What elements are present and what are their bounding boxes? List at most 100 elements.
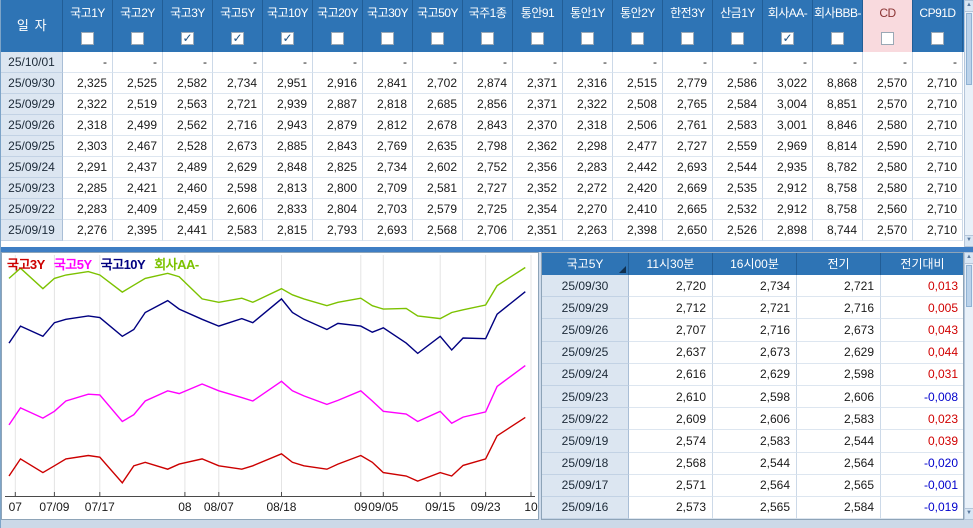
detail-table-scrollbar[interactable]: ▲ ▼ bbox=[964, 252, 973, 520]
col-checkbox-13[interactable] bbox=[731, 32, 744, 45]
scroll-up-icon[interactable]: ▲ bbox=[965, 253, 973, 264]
rate-cell: 2,283 bbox=[63, 199, 113, 220]
col-header-0[interactable]: 국고1Y bbox=[63, 0, 113, 52]
rate-cell: 2,779 bbox=[663, 73, 713, 94]
detail-row[interactable]: 25/09/24 2,616 2,629 2,598 0,031 bbox=[542, 363, 963, 386]
col-header-1[interactable]: 국고2Y bbox=[113, 0, 163, 52]
rate-row[interactable]: 25/09/19 2,276 2,395 2,441 2,583 2,815 2,793 2,… bbox=[1, 220, 964, 241]
col-header-5[interactable]: 국고20Y bbox=[313, 0, 363, 52]
detail-row[interactable]: 25/09/16 2,573 2,565 2,584 -0,019 bbox=[542, 496, 963, 519]
col-checkbox-15[interactable] bbox=[831, 32, 844, 45]
detail-diff-cell: -0,019 bbox=[881, 496, 963, 519]
chart-x-axis: 07 07/09 07/17 08 08/07 08/18 09 09/05 09/15 09/2… bbox=[5, 499, 538, 517]
col-checkbox-area bbox=[663, 25, 712, 52]
rate-cell: 2,559 bbox=[713, 136, 763, 157]
col-checkbox-10[interactable] bbox=[581, 32, 594, 45]
top-table-scrollbar[interactable]: ▲ ▼ bbox=[964, 0, 973, 247]
detail-1130-cell: 2,637 bbox=[629, 341, 713, 364]
detail-row[interactable]: 25/09/19 2,574 2,583 2,544 0,039 bbox=[542, 430, 963, 453]
rate-cell: 2,710 bbox=[913, 115, 963, 136]
detail-1600-cell: 2,673 bbox=[713, 341, 797, 364]
scrollbar-thumb[interactable] bbox=[966, 265, 972, 307]
rate-cell: 2,489 bbox=[163, 157, 213, 178]
rate-row[interactable]: 25/09/22 2,283 2,409 2,459 2,606 2,833 2,804 2,… bbox=[1, 199, 964, 220]
rate-cell: - bbox=[263, 52, 313, 73]
detail-1600-cell: 2,629 bbox=[713, 363, 797, 386]
col-header-3[interactable]: 국고5Y ✓ bbox=[213, 0, 263, 52]
col-header-12[interactable]: 한전3Y bbox=[663, 0, 713, 52]
detail-diff-cell: 0,044 bbox=[881, 341, 963, 364]
detail-col-header-2[interactable]: 16시00분 bbox=[713, 253, 797, 275]
detail-row[interactable]: 25/09/22 2,609 2,606 2,583 0,023 bbox=[542, 408, 963, 431]
col-header-15[interactable]: 회사BBB- bbox=[813, 0, 863, 52]
scrollbar-thumb[interactable] bbox=[966, 13, 972, 85]
detail-col-header-3[interactable]: 전기 bbox=[797, 253, 881, 275]
rate-cell: 2,879 bbox=[313, 115, 363, 136]
col-checkbox-11[interactable] bbox=[631, 32, 644, 45]
col-checkbox-9[interactable] bbox=[531, 32, 544, 45]
col-header-10[interactable]: 통안1Y bbox=[563, 0, 613, 52]
col-header-16[interactable]: CD bbox=[863, 0, 913, 52]
col-checkbox-2[interactable]: ✓ bbox=[181, 32, 194, 45]
rate-cell: 2,721 bbox=[213, 94, 263, 115]
rate-cell: 2,570 bbox=[863, 73, 913, 94]
scroll-up-icon[interactable]: ▲ bbox=[965, 1, 973, 12]
detail-row[interactable]: 25/09/17 2,571 2,564 2,565 -0,001 bbox=[542, 474, 963, 497]
col-checkbox-4[interactable]: ✓ bbox=[281, 32, 294, 45]
col-checkbox-1[interactable] bbox=[131, 32, 144, 45]
col-header-14[interactable]: 회사AA- ✓ bbox=[763, 0, 813, 52]
col-header-2[interactable]: 국고3Y ✓ bbox=[163, 0, 213, 52]
col-checkbox-8[interactable] bbox=[481, 32, 494, 45]
date-cell: 25/10/01 bbox=[1, 52, 63, 73]
rate-cell: 3,001 bbox=[763, 115, 813, 136]
col-header-7[interactable]: 국고50Y bbox=[413, 0, 463, 52]
col-header-6[interactable]: 국고30Y bbox=[363, 0, 413, 52]
detail-row[interactable]: 25/09/29 2,712 2,721 2,716 0,005 bbox=[542, 297, 963, 320]
rate-cell: 8,758 bbox=[813, 199, 863, 220]
x-tick-label: 08/07 bbox=[203, 500, 234, 514]
col-header-13[interactable]: 산금1Y bbox=[713, 0, 763, 52]
col-checkbox-3[interactable]: ✓ bbox=[231, 32, 244, 45]
detail-row[interactable]: 25/09/25 2,637 2,673 2,629 0,044 bbox=[542, 341, 963, 364]
col-header-11[interactable]: 통안2Y bbox=[613, 0, 663, 52]
detail-col-header-4[interactable]: 전기대비 bbox=[881, 253, 963, 275]
rate-cell: 2,725 bbox=[463, 199, 513, 220]
rate-cell: 2,477 bbox=[613, 136, 663, 157]
col-checkbox-area: ✓ bbox=[213, 25, 262, 52]
col-checkbox-14[interactable]: ✓ bbox=[781, 32, 794, 45]
col-header-8[interactable]: 국주1종 bbox=[463, 0, 513, 52]
date-cell: 25/09/23 bbox=[1, 178, 63, 199]
rate-row[interactable]: 25/09/30 2,325 2,525 2,582 2,734 2,951 2,916 2,… bbox=[1, 73, 964, 94]
rate-row[interactable]: 25/09/26 2,318 2,499 2,562 2,716 2,943 2,879 2,… bbox=[1, 115, 964, 136]
col-header-label: 국고3Y bbox=[170, 6, 205, 20]
detail-1600-cell: 2,716 bbox=[713, 319, 797, 342]
rate-row[interactable]: 25/09/29 2,322 2,519 2,563 2,721 2,939 2,887 2,… bbox=[1, 94, 964, 115]
detail-row[interactable]: 25/09/26 2,707 2,716 2,673 0,043 bbox=[542, 319, 963, 342]
rate-row[interactable]: 25/09/25 2,303 2,467 2,528 2,673 2,885 2,843 2,… bbox=[1, 136, 964, 157]
col-header-9[interactable]: 통안91 bbox=[513, 0, 563, 52]
col-checkbox-17[interactable] bbox=[931, 32, 944, 45]
date-cell: 25/09/29 bbox=[1, 94, 63, 115]
col-checkbox-5[interactable] bbox=[331, 32, 344, 45]
col-checkbox-0[interactable] bbox=[81, 32, 94, 45]
detail-col-header-0[interactable]: 국고5Y bbox=[542, 253, 629, 275]
col-checkbox-16[interactable] bbox=[881, 32, 894, 45]
col-header-4[interactable]: 국고10Y ✓ bbox=[263, 0, 313, 52]
col-header-17[interactable]: CP91D bbox=[913, 0, 963, 52]
scroll-down-icon[interactable]: ▼ bbox=[965, 235, 973, 246]
detail-col-header-1[interactable]: 11시30분 bbox=[629, 253, 713, 275]
rate-row[interactable]: 25/09/24 2,291 2,437 2,489 2,629 2,848 2,825 2,… bbox=[1, 157, 964, 178]
col-checkbox-6[interactable] bbox=[381, 32, 394, 45]
legend-item: 국고10Y bbox=[100, 257, 146, 272]
rate-row[interactable]: 25/09/23 2,285 2,421 2,460 2,598 2,813 2,800 2,… bbox=[1, 178, 964, 199]
detail-row[interactable]: 25/09/18 2,568 2,544 2,564 -0,020 bbox=[542, 452, 963, 475]
col-checkbox-12[interactable] bbox=[681, 32, 694, 45]
scroll-down-icon[interactable]: ▼ bbox=[965, 508, 973, 519]
x-tick-label: 10 bbox=[524, 500, 538, 514]
rate-row[interactable]: 25/10/01- - - - - - - - - - - - - - - - - - bbox=[1, 52, 964, 73]
col-header-label: 회사BBB- bbox=[813, 6, 862, 20]
detail-row[interactable]: 25/09/23 2,610 2,598 2,606 -0,008 bbox=[542, 385, 963, 409]
detail-row[interactable]: 25/09/30 2,720 2,734 2,721 0,013 bbox=[542, 275, 963, 298]
col-checkbox-7[interactable] bbox=[431, 32, 444, 45]
rate-cell: 2,843 bbox=[463, 115, 513, 136]
